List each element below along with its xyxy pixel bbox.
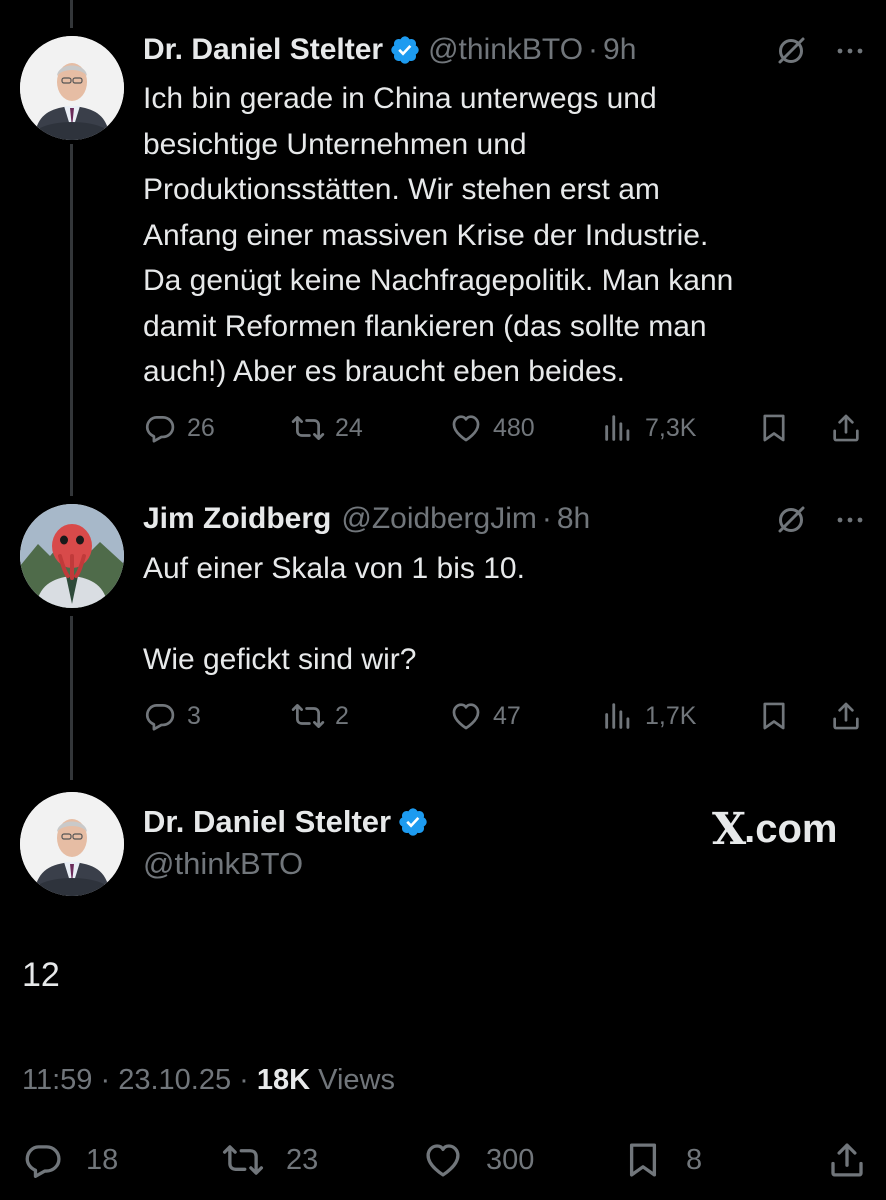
verified-badge-icon xyxy=(389,34,421,66)
brand-logo: X .com xyxy=(712,804,838,855)
share-button[interactable] xyxy=(826,1138,868,1182)
portrait-image xyxy=(20,792,124,896)
reply-count: 18 xyxy=(86,1143,119,1176)
post-time[interactable]: 8h xyxy=(557,502,590,536)
bookmark-icon xyxy=(763,414,785,442)
avatar-daniel-stelter[interactable] xyxy=(20,36,124,140)
views-label: Views xyxy=(318,1064,396,1096)
views-icon xyxy=(605,415,630,441)
views-count: 18K xyxy=(256,1064,311,1096)
repost-button[interactable]: 2 xyxy=(291,696,349,736)
like-count: 300 xyxy=(486,1143,535,1176)
main-author-row: Dr. Daniel Stelter xyxy=(143,802,436,842)
reply-button[interactable]: 18 xyxy=(22,1138,118,1182)
thread-line-top xyxy=(70,0,73,28)
reply-button[interactable]: 3 xyxy=(143,696,201,736)
post-header: Dr. Daniel Stelter @thinkBTO · 9h xyxy=(143,30,636,70)
portrait-image xyxy=(20,36,124,140)
repost-icon xyxy=(291,416,325,440)
views-icon xyxy=(605,703,630,729)
views-button[interactable]: 7,3K xyxy=(601,408,696,448)
share-button[interactable] xyxy=(829,696,863,736)
bookmark-button[interactable]: 8 xyxy=(622,1138,702,1182)
post-meta: 11:59 · 23.10.25 · 18K Views xyxy=(22,1064,395,1097)
bookmark-button[interactable] xyxy=(757,696,791,736)
separator: · xyxy=(239,1064,249,1096)
main-post-text: 12 xyxy=(22,956,60,994)
like-button[interactable]: 480 xyxy=(449,408,535,448)
reply-icon xyxy=(145,704,175,731)
reply-count: 26 xyxy=(187,413,215,442)
bookmark-count: 8 xyxy=(686,1143,703,1176)
reply-icon xyxy=(145,416,175,443)
repost-button[interactable]: 24 xyxy=(291,408,363,448)
views-button[interactable]: 1,7K xyxy=(601,696,696,736)
main-post-actions: 18 23 300 8 xyxy=(22,1138,866,1182)
avatar-daniel-stelter[interactable] xyxy=(20,792,124,896)
views-count: 1,7K xyxy=(645,701,697,730)
share-icon xyxy=(831,1143,863,1177)
separator: · xyxy=(100,1064,111,1096)
post-text: Ich bin gerade in China unterwegs und be… xyxy=(143,82,734,388)
more-icon[interactable] xyxy=(833,34,867,68)
repost-icon xyxy=(222,1145,264,1175)
reply-icon xyxy=(25,1145,61,1178)
avatar-jim-zoidberg[interactable] xyxy=(20,504,124,608)
post-date[interactable]: 23.10.25 xyxy=(118,1064,231,1096)
thread-line-1 xyxy=(70,144,73,496)
like-icon xyxy=(452,415,480,442)
post-actions: 26 24 480 7,3K xyxy=(143,408,869,448)
author-handle[interactable]: @thinkBTO xyxy=(143,846,303,882)
author-handle[interactable]: @thinkBTO xyxy=(428,33,583,67)
grok-icon[interactable] xyxy=(774,503,808,537)
post-header: Jim Zoidberg @ZoidbergJim · 8h xyxy=(143,499,590,539)
separator: · xyxy=(541,502,552,535)
author-name[interactable]: Dr. Daniel Stelter xyxy=(143,804,391,840)
reply-count: 3 xyxy=(187,701,201,730)
reply-button[interactable]: 26 xyxy=(143,408,215,448)
share-button[interactable] xyxy=(829,408,863,448)
separator: · xyxy=(588,33,599,66)
x-logo-icon: X xyxy=(712,804,746,855)
bookmark-icon xyxy=(763,702,785,730)
like-button[interactable]: 47 xyxy=(449,696,521,736)
views-count: 7,3K xyxy=(645,413,697,442)
like-count: 480 xyxy=(493,413,535,442)
post-text: Auf einer Skala von 1 bis 10. Wie gefick… xyxy=(143,552,525,676)
bookmark-icon xyxy=(629,1143,657,1177)
like-icon xyxy=(452,703,480,730)
grok-icon[interactable] xyxy=(774,34,808,68)
author-name[interactable]: Jim Zoidberg xyxy=(143,502,331,536)
verified-badge-icon xyxy=(397,806,429,838)
author-name[interactable]: Dr. Daniel Stelter xyxy=(143,33,383,67)
more-icon[interactable] xyxy=(833,503,867,537)
share-icon xyxy=(833,414,859,442)
zoidberg-image xyxy=(20,504,124,608)
share-icon xyxy=(833,702,859,730)
repost-button[interactable]: 23 xyxy=(222,1138,318,1182)
repost-count: 2 xyxy=(335,701,349,730)
like-button[interactable]: 300 xyxy=(422,1138,534,1182)
repost-icon xyxy=(291,704,325,728)
bookmark-button[interactable] xyxy=(757,408,791,448)
post-time[interactable]: 11:59 xyxy=(22,1064,92,1096)
post-time[interactable]: 9h xyxy=(603,33,636,67)
like-icon xyxy=(426,1144,460,1177)
thread-line-2 xyxy=(70,616,73,780)
repost-count: 23 xyxy=(286,1143,319,1176)
author-handle[interactable]: @ZoidbergJim xyxy=(341,502,537,536)
brand-domain: .com xyxy=(744,807,838,851)
like-count: 47 xyxy=(493,701,521,730)
repost-count: 24 xyxy=(335,413,363,442)
post-actions: 3 2 47 1,7K xyxy=(143,696,869,736)
